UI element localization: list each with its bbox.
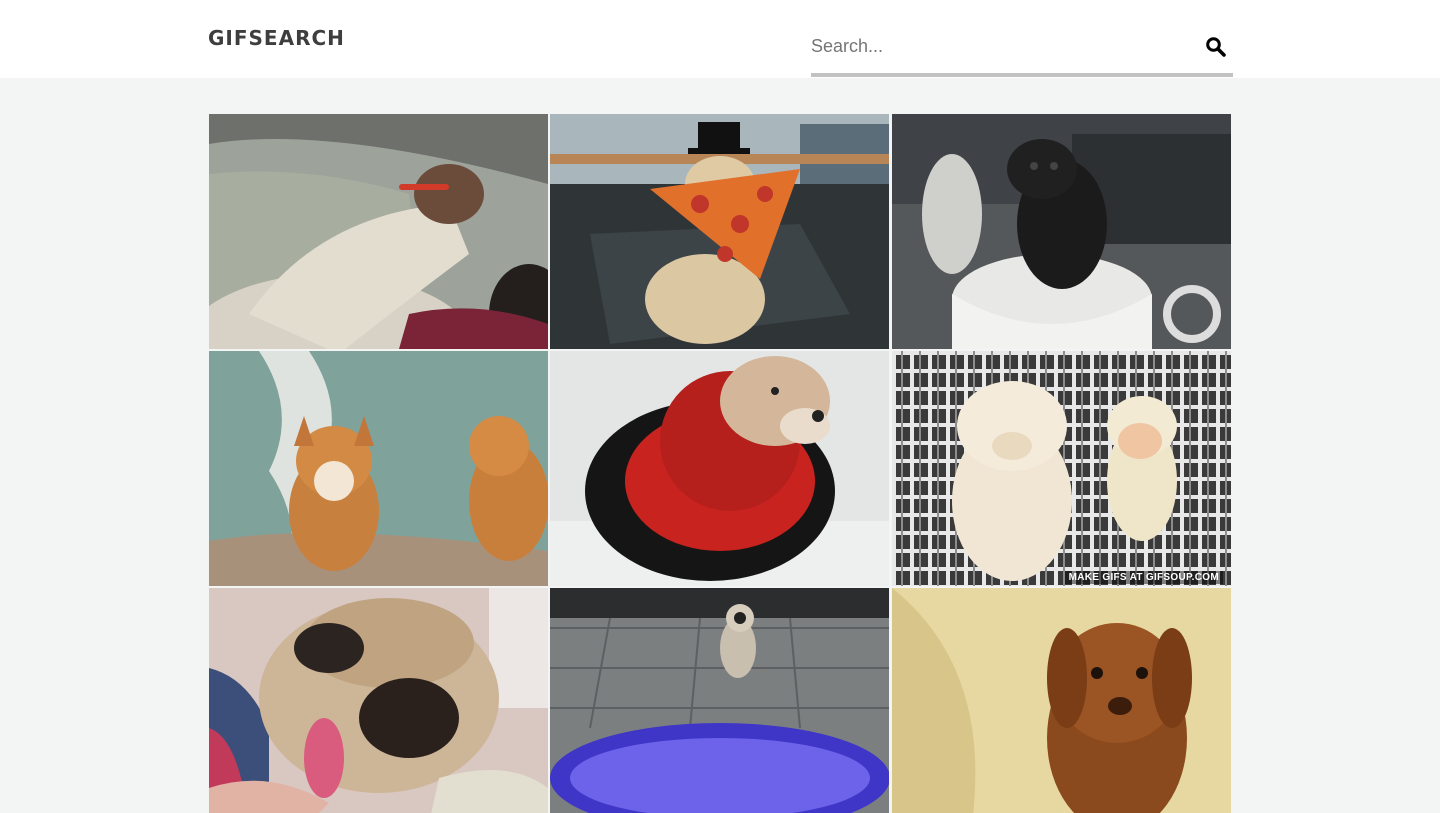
- gif-result-tile[interactable]: [209, 351, 548, 586]
- gif-result-tile[interactable]: [550, 351, 889, 586]
- search-icon[interactable]: [1205, 36, 1227, 58]
- gif-image: [550, 588, 889, 813]
- gif-image: [550, 114, 889, 349]
- top-bar: GIFSEARCH: [0, 0, 1440, 78]
- gif-result-tile[interactable]: [209, 114, 548, 349]
- gif-results-grid: MAKE GIFS AT GIFSOUP.COM: [208, 113, 1233, 813]
- gif-result-tile[interactable]: [550, 114, 889, 349]
- gif-image: [892, 351, 1231, 586]
- gif-image: [550, 351, 889, 586]
- search-bar: [811, 30, 1233, 77]
- search-input[interactable]: [811, 30, 1191, 62]
- gif-image: [209, 588, 548, 813]
- gif-result-tile[interactable]: [209, 588, 548, 813]
- gif-result-tile[interactable]: MAKE GIFS AT GIFSOUP.COM: [892, 351, 1231, 586]
- gif-image: [209, 114, 548, 349]
- gif-watermark: MAKE GIFS AT GIFSOUP.COM: [1064, 571, 1223, 584]
- gif-result-tile[interactable]: [550, 588, 889, 813]
- gif-result-tile[interactable]: [892, 114, 1231, 349]
- site-logo[interactable]: GIFSEARCH: [208, 26, 345, 50]
- gif-image: [892, 114, 1231, 349]
- gif-result-tile[interactable]: [892, 588, 1231, 813]
- gif-image: [209, 351, 548, 586]
- gif-image: [892, 588, 1231, 813]
